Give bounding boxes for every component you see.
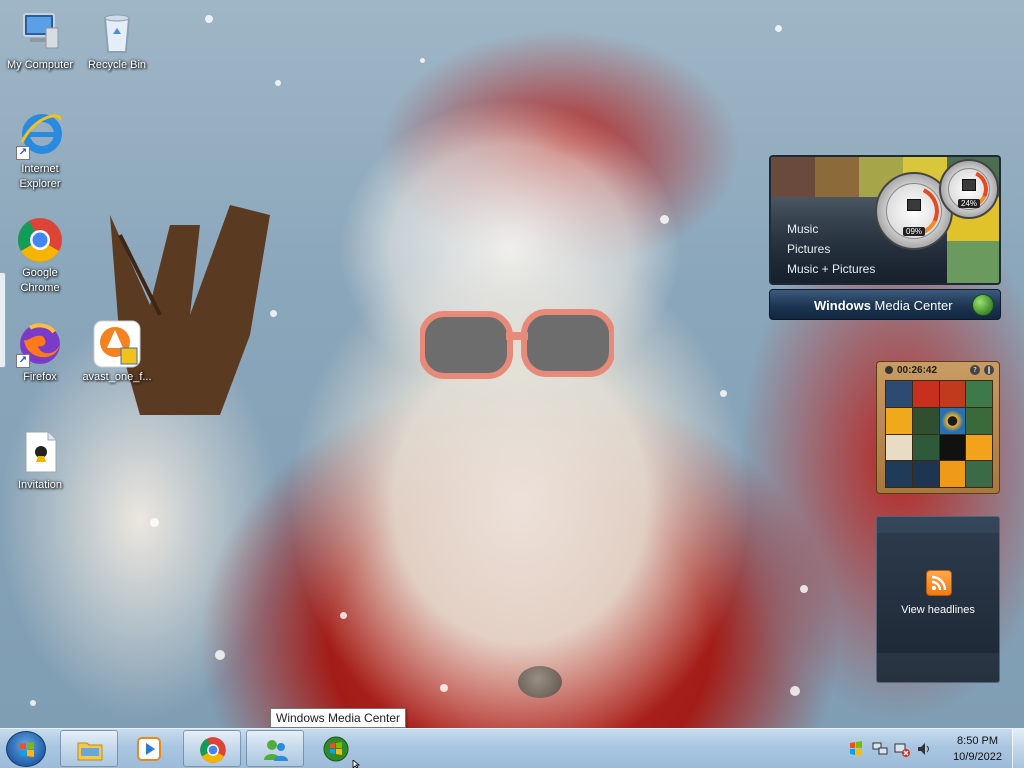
snowflake: [340, 612, 347, 619]
snowflake: [30, 700, 36, 706]
puzzle-tile[interactable]: [966, 434, 992, 461]
puzzle-tile[interactable]: [912, 434, 939, 461]
taskbar-windows-explorer[interactable]: [60, 730, 118, 767]
help-icon[interactable]: ?: [970, 365, 980, 375]
taskbar-windows-media-player[interactable]: [120, 730, 178, 767]
snowflake: [275, 80, 281, 86]
internet-explorer-icon: ↗: [16, 112, 64, 160]
puzzle-tile[interactable]: [886, 381, 912, 407]
avast-installer-icon: [93, 320, 141, 368]
media-center-title-bold: Windows: [814, 298, 871, 313]
glove-decoration: [110, 205, 270, 415]
snowflake: [215, 650, 225, 660]
coat-button-decoration: [518, 666, 562, 698]
snowflake: [150, 518, 159, 527]
puzzle-tile[interactable]: [939, 461, 966, 487]
snowflake: [720, 390, 727, 397]
media-center-menu-music-pictures[interactable]: Music + Pictures: [787, 259, 875, 279]
snowflake: [440, 684, 448, 692]
media-center-gadget[interactable]: Music Pictures Music + Pictures Windows …: [769, 155, 1001, 320]
desktop-background: My Computer Recycle Bin ↗ Internet Explo…: [0, 0, 1024, 728]
taskbar-tooltip: Windows Media Center: [270, 708, 407, 728]
cpu-percent: 09%: [902, 227, 926, 237]
shortcut-arrow-icon: ↗: [16, 146, 30, 160]
puzzle-tile[interactable]: [886, 434, 912, 461]
chrome-icon: [16, 216, 64, 264]
messenger-icon: [264, 740, 288, 761]
media-player-icon: [137, 737, 161, 761]
taskbar-google-chrome[interactable]: [183, 730, 241, 767]
media-center-icon: [323, 736, 349, 762]
show-desktop-button[interactable]: [1012, 729, 1024, 768]
rss-feed-icon: [926, 570, 952, 596]
media-center-menu-pictures[interactable]: Pictures: [787, 239, 875, 259]
puzzle-tile[interactable]: [966, 381, 992, 407]
snowflake: [775, 25, 782, 32]
desktop-icon-my-computer[interactable]: My Computer: [0, 8, 80, 73]
memory-chip-icon: [962, 178, 976, 191]
snowflake: [800, 585, 808, 593]
memory-gauge: 24%: [939, 159, 999, 219]
snowflake: [270, 310, 277, 317]
taskbar-clock[interactable]: 8:50 PM 10/9/2022: [953, 733, 1002, 765]
media-center-title-rest: Media Center: [870, 298, 953, 313]
snowflake: [660, 215, 669, 224]
puzzle-tile[interactable]: [912, 407, 939, 434]
memory-percent: 24%: [957, 199, 981, 209]
sunglasses-decoration: [420, 309, 614, 379]
volume-icon[interactable]: [916, 741, 932, 757]
media-center-title-bar[interactable]: Windows Media Center: [769, 289, 1001, 320]
puzzle-tile[interactable]: [912, 381, 939, 407]
desktop-icon-google-chrome[interactable]: Google Chrome: [0, 216, 80, 296]
action-center-flag-icon[interactable]: [848, 741, 864, 757]
chrome-icon: [200, 737, 226, 763]
taskbar-windows-live-messenger[interactable]: [246, 730, 304, 767]
puzzle-grid[interactable]: [885, 380, 993, 488]
mouse-cursor-icon: [352, 760, 361, 768]
cpu-chip-icon: [907, 199, 921, 212]
snowflake: [205, 15, 213, 23]
snowflake: [420, 58, 425, 63]
picture-puzzle-gadget[interactable]: 00:26:42 ? ‖: [876, 361, 1000, 494]
clock-date: 10/9/2022: [953, 751, 1002, 763]
desktop-icon-recycle-bin[interactable]: Recycle Bin: [77, 8, 157, 73]
document-icon: [16, 428, 64, 476]
puzzle-tile[interactable]: [912, 461, 939, 487]
desktop-icon-firefox[interactable]: ↗ Firefox: [0, 320, 80, 385]
network-error-icon[interactable]: [894, 741, 910, 757]
start-button[interactable]: [6, 731, 46, 767]
view-headlines-link[interactable]: View headlines: [877, 604, 999, 616]
recycle-bin-icon: [93, 8, 141, 56]
computer-icon: [16, 8, 64, 56]
gadget-sidebar-tab[interactable]: [0, 272, 6, 368]
media-center-menu-music[interactable]: Music: [787, 219, 875, 239]
feed-headlines-gadget[interactable]: View headlines: [876, 516, 1000, 683]
desktop-icon-internet-explorer[interactable]: ↗ Internet Explorer: [0, 112, 80, 192]
network-icon[interactable]: [872, 741, 888, 757]
folder-icon: [77, 742, 103, 761]
snowflake: [790, 686, 800, 696]
puzzle-tile[interactable]: [886, 407, 912, 434]
puzzle-tile[interactable]: [939, 381, 966, 407]
puzzle-tile[interactable]: [939, 407, 966, 434]
puzzle-tile[interactable]: [966, 407, 992, 434]
taskbar: 8:50 PM 10/9/2022: [0, 728, 1024, 768]
firefox-icon: ↗: [16, 320, 64, 368]
pause-icon[interactable]: ‖: [984, 365, 994, 375]
puzzle-tile[interactable]: [886, 461, 912, 487]
clock-time: 8:50 PM: [957, 735, 999, 747]
windows-logo-icon: [972, 294, 994, 316]
windows-flag-icon: [20, 742, 34, 757]
puzzle-timer: 00:26:42: [897, 365, 938, 376]
desktop-icon-invitation[interactable]: Invitation: [0, 428, 80, 493]
puzzle-tile[interactable]: [966, 461, 992, 487]
puzzle-tile[interactable]: [939, 434, 966, 461]
desktop-icon-avast-installer[interactable]: avast_one_f...: [77, 320, 157, 385]
shortcut-arrow-icon: ↗: [16, 354, 30, 368]
clock-icon: [885, 366, 893, 374]
system-tray: 8:50 PM 10/9/2022: [834, 729, 1024, 768]
